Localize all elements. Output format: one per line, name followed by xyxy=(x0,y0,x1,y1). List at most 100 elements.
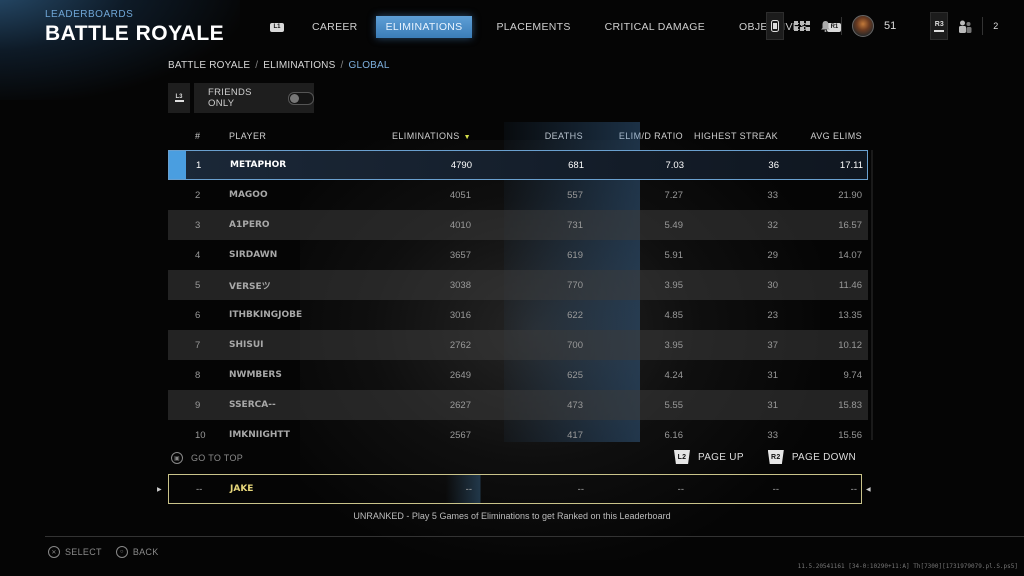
toggle-switch[interactable] xyxy=(288,91,314,105)
stick-press-icon xyxy=(174,100,184,102)
page-down-button[interactable]: PAGE DOWN xyxy=(792,452,856,463)
cell-deaths: 770 xyxy=(567,279,583,291)
cell-ratio: 7.27 xyxy=(664,189,684,201)
breadcrumb-item[interactable]: ELIMINATIONS xyxy=(263,60,335,71)
apps-grid-icon[interactable] xyxy=(794,21,810,31)
table-row-selected[interactable]: 1 METAPHOR 4790 681 7.03 36 17.11 xyxy=(168,150,868,180)
cell-eliminations: 2762 xyxy=(449,339,471,351)
table-row[interactable]: 9 SSERCA-- 2627 473 5.55 31 15.83 xyxy=(168,390,868,420)
page-up-button[interactable]: PAGE UP xyxy=(698,452,744,463)
select-hint[interactable]: ✕ SELECT xyxy=(48,546,102,558)
cell-streak: 23 xyxy=(767,309,778,321)
table-row[interactable]: 3 A1PERO 4010 731 5.49 32 16.57 xyxy=(168,210,868,240)
r3-label: R3 xyxy=(934,20,944,28)
header-kicker: LEADERBOARDS xyxy=(45,9,134,20)
footer-divider xyxy=(45,536,1024,537)
table-row[interactable]: 2 MAGOO 4051 557 7.27 33 21.90 xyxy=(168,180,868,210)
cell-player: METAPHOR xyxy=(230,160,287,170)
friends-only-label: FRIENDS ONLY xyxy=(208,87,252,109)
my-rank: -- xyxy=(196,483,203,495)
pager: L2 PAGE UP R2 PAGE DOWN xyxy=(673,450,856,464)
cell-avg: 11.46 xyxy=(838,279,862,291)
col-rank: # xyxy=(195,131,201,141)
table-row[interactable]: 8 NWMBERS 2649 625 4.24 31 9.74 xyxy=(168,360,868,390)
player-avatar[interactable] xyxy=(852,15,874,37)
col-eliminations[interactable]: ELIMINATIONS ▼ xyxy=(376,131,471,141)
cell-eliminations: 3038 xyxy=(449,279,471,291)
cell-ratio: 4.24 xyxy=(664,369,684,381)
col-eliminations-label: ELIMINATIONS xyxy=(392,131,460,141)
notification-bell-icon[interactable] xyxy=(820,20,831,32)
cell-avg: 15.83 xyxy=(838,399,862,411)
self-row-right-marker: ◀ xyxy=(866,487,871,493)
back-label: BACK xyxy=(132,547,159,557)
cell-player: SSERCA-- xyxy=(229,400,276,410)
my-rank-row[interactable]: -- JAKE -- -- -- -- -- xyxy=(168,474,862,504)
l1-bumper-icon[interactable]: L1 xyxy=(270,22,284,32)
table-row[interactable]: 4 SIRDAWN 3657 619 5.91 29 14.07 xyxy=(168,240,868,270)
go-to-top-button[interactable]: ▣ GO TO TOP xyxy=(171,452,243,464)
table-row[interactable]: 5 VERSEツ 3038 770 3.95 30 11.46 xyxy=(168,270,868,300)
cell-avg: 10.12 xyxy=(838,339,862,351)
my-deaths: -- xyxy=(577,483,584,495)
cell-deaths: 622 xyxy=(567,309,583,321)
cell-player: VERSEツ xyxy=(229,281,271,292)
cell-streak: 33 xyxy=(767,429,778,441)
cell-deaths: 731 xyxy=(567,219,583,231)
cell-eliminations: 4790 xyxy=(450,159,472,171)
tab-career[interactable]: CAREER xyxy=(302,16,368,38)
cell-player: IMKNIIGHTT xyxy=(229,430,290,440)
my-ratio: -- xyxy=(677,483,684,495)
breadcrumb-current: GLOBAL xyxy=(348,60,390,71)
table-row[interactable]: 7 SHISUI 2762 700 3.95 37 10.12 xyxy=(168,330,868,360)
r3-social-button[interactable]: R3 xyxy=(930,12,949,40)
col-deaths[interactable]: DEATHS xyxy=(471,131,583,141)
selection-indicator xyxy=(169,151,186,179)
cell-avg: 16.57 xyxy=(838,219,862,231)
table-header: # PLAYER ELIMINATIONS ▼ DEATHS ELIM/D RAT… xyxy=(168,122,868,150)
cell-deaths: 700 xyxy=(567,339,583,351)
party-members-icon[interactable] xyxy=(958,20,972,33)
unranked-message: UNRANKED - Play 5 Games of Eliminations … xyxy=(353,511,671,521)
controller-icon[interactable] xyxy=(766,12,784,40)
my-eliminations: -- xyxy=(465,483,472,495)
cell-deaths: 681 xyxy=(568,159,584,171)
cell-avg: 9.74 xyxy=(843,369,863,381)
col-elim-d-ratio[interactable]: ELIM/D RATIO xyxy=(583,131,683,141)
friends-only-toggle[interactable]: FRIENDS ONLY xyxy=(194,83,314,113)
cell-eliminations: 4010 xyxy=(449,219,471,231)
cell-eliminations: 4051 xyxy=(449,189,471,201)
cell-player: SHISUI xyxy=(229,340,264,350)
cell-ratio: 3.95 xyxy=(664,279,684,291)
col-avg-elims[interactable]: AVG ELIMS xyxy=(778,131,862,141)
tab-placements[interactable]: PLACEMENTS xyxy=(486,16,580,38)
cell-deaths: 417 xyxy=(567,429,583,441)
breadcrumb-item[interactable]: BATTLE ROYALE xyxy=(168,60,250,71)
l3-filter-button[interactable]: L3 xyxy=(168,83,190,113)
cell-streak: 31 xyxy=(767,399,778,411)
cell-streak: 33 xyxy=(767,189,778,201)
table-scrollbar[interactable] xyxy=(871,150,873,440)
tab-eliminations[interactable]: ELIMINATIONS xyxy=(375,16,473,38)
cell-eliminations: 3657 xyxy=(449,249,471,261)
table-row[interactable]: 6 ITHBKINGJOBE 3016 622 4.85 23 13.35 xyxy=(168,300,868,330)
cell-rank: 2 xyxy=(195,189,201,201)
build-version-string: 11.5.20541161 [34-0:10290+11:A] Th[7300]… xyxy=(797,563,1018,570)
cell-rank: 5 xyxy=(195,279,201,291)
table-row[interactable]: 10 IMKNIIGHTT 2567 417 6.16 33 15.56 xyxy=(168,420,868,450)
col-player[interactable]: PLAYER xyxy=(216,131,376,141)
cell-rank: 10 xyxy=(195,429,206,441)
cell-avg: 17.11 xyxy=(839,159,863,171)
cell-ratio: 4.85 xyxy=(664,309,684,321)
page-title: BATTLE ROYALE xyxy=(45,22,225,45)
back-hint[interactable]: ○ BACK xyxy=(115,546,159,558)
status-bar: 51 R3 2 xyxy=(766,12,998,40)
cell-eliminations: 3016 xyxy=(449,309,471,321)
cell-ratio: 7.03 xyxy=(665,159,685,171)
col-highest-streak[interactable]: HIGHEST STREAK xyxy=(683,131,778,141)
cell-avg: 21.90 xyxy=(838,189,862,201)
l2-trigger-icon: L2 xyxy=(673,450,690,464)
cell-streak: 36 xyxy=(768,159,779,171)
tab-critical-damage[interactable]: CRITICAL DAMAGE xyxy=(595,16,715,38)
my-avg: -- xyxy=(850,483,857,495)
